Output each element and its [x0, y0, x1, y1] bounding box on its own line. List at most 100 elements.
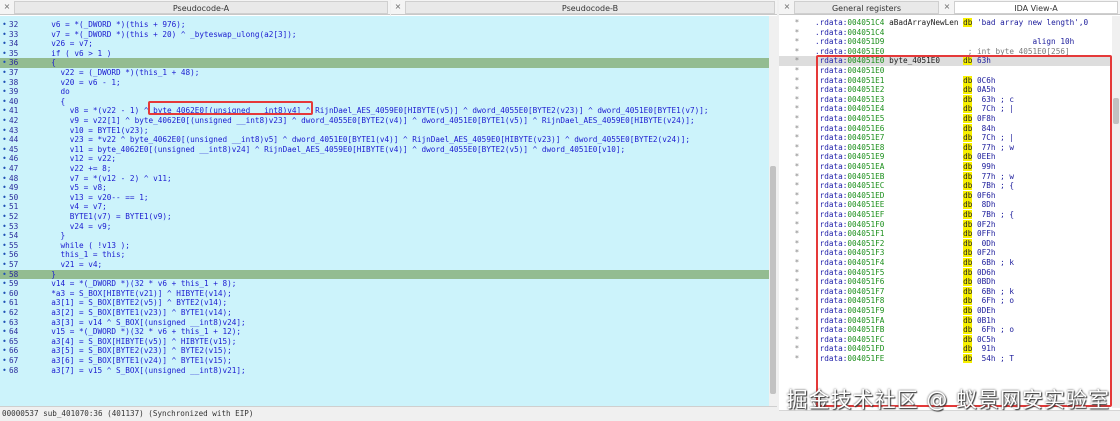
tab-close-icon[interactable]: × [393, 1, 403, 13]
code-line[interactable]: •43 v10 = BYTE1(v23); [0, 126, 777, 136]
ida-line-marker: * [779, 66, 815, 76]
code-line[interactable]: •32 v6 = *(_DWORD *)(this + 976); [0, 20, 777, 30]
breakpoint-dot-icon[interactable]: • [0, 97, 9, 107]
code-line[interactable]: •53 v24 = v9; [0, 222, 777, 232]
ida-line-marker: * [779, 239, 815, 249]
code-line[interactable]: •48 v7 = *(v12 - 2) ^ v11; [0, 174, 777, 184]
breakpoint-dot-icon[interactable]: • [0, 154, 9, 164]
line-number-text: 38 [9, 78, 18, 87]
code-line[interactable]: •38 v20 = v6 - 1; [0, 78, 777, 88]
code-line[interactable]: •39 do [0, 87, 777, 97]
breakpoint-dot-icon[interactable]: • [0, 174, 9, 184]
breakpoint-dot-icon[interactable]: • [0, 39, 9, 49]
code-line[interactable]: •37 v22 = (_DWORD *)(this_1 + 48); [0, 68, 777, 78]
breakpoint-dot-icon[interactable]: • [0, 222, 9, 232]
code-line[interactable]: •64 v15 = *(_DWORD *)(32 * v6 + this_1 +… [0, 327, 777, 337]
watermark: 掘金技术社区 @ 蚁景网安实验室 [787, 384, 1110, 414]
breakpoint-dot-icon[interactable]: • [0, 20, 9, 30]
ida-line[interactable]: *.rdata:004051C4 aBadArrayNewLen db 'bad… [779, 18, 1120, 28]
tab-pseudocode-b[interactable]: Pseudocode-B [405, 1, 775, 14]
breakpoint-dot-icon[interactable]: • [0, 231, 9, 241]
code-line[interactable]: •34 v26 = v7; [0, 39, 777, 49]
breakpoint-dot-icon[interactable]: • [0, 346, 9, 356]
breakpoint-dot-icon[interactable]: • [0, 78, 9, 88]
breakpoint-dot-icon[interactable]: • [0, 270, 9, 280]
breakpoint-dot-icon[interactable]: • [0, 135, 9, 145]
pseudocode-view[interactable]: •32 v6 = *(_DWORD *)(this + 976);•33 v7 … [0, 16, 777, 408]
code-line[interactable]: •41 v8 = *(v22 - 1) ^ byte_4062E0[(unsig… [0, 106, 777, 116]
breakpoint-dot-icon[interactable]: • [0, 279, 9, 289]
code-line[interactable]: •62 a3[2] = S_BOX[BYTE1(v23)] ^ BYTE1(v1… [0, 308, 777, 318]
breakpoint-dot-icon[interactable]: • [0, 212, 9, 222]
code-line[interactable]: •58 } [0, 270, 777, 280]
breakpoint-dot-icon[interactable]: • [0, 202, 9, 212]
breakpoint-dot-icon[interactable]: • [0, 68, 9, 78]
code-line[interactable]: •40 { [0, 97, 777, 107]
ida-line[interactable]: *.rdata:004051C4 [779, 28, 1120, 38]
breakpoint-dot-icon[interactable]: • [0, 193, 9, 203]
code-line[interactable]: •35 if ( v6 > 1 ) [0, 49, 777, 59]
code-line[interactable]: •44 v23 = *v22 ^ byte_4062E0[(unsigned _… [0, 135, 777, 145]
code-line[interactable]: •51 v4 = v7; [0, 202, 777, 212]
code-line[interactable]: •42 v9 = v22[1] ^ byte_4062E0[(unsigned … [0, 116, 777, 126]
breakpoint-dot-icon[interactable]: • [0, 327, 9, 337]
pseudocode-scrollbar[interactable] [769, 16, 777, 408]
code-line[interactable]: •47 v22 += 8; [0, 164, 777, 174]
code-line[interactable]: •45 v11 = byte_4062E0[(unsigned __int8)v… [0, 145, 777, 155]
ida-address: 004051C4 [847, 28, 884, 37]
code-line[interactable]: •50 v13 = v20-- == 1; [0, 193, 777, 203]
tab-ida-view-a[interactable]: IDA View-A [954, 1, 1118, 14]
breakpoint-dot-icon[interactable]: • [0, 87, 9, 97]
breakpoint-dot-icon[interactable]: • [0, 250, 9, 260]
code-line[interactable]: •65 a3[4] = S_BOX[HIBYTE(v5)] ^ HIBYTE(v… [0, 337, 777, 347]
breakpoint-dot-icon[interactable]: • [0, 337, 9, 347]
code-line[interactable]: •49 v5 = v8; [0, 183, 777, 193]
tab-pseudocode-a[interactable]: Pseudocode-A [14, 1, 388, 14]
code-text: v14 = *(_DWORD *)(32 * v6 + this_1 + 8); [42, 279, 236, 289]
breakpoint-dot-icon[interactable]: • [0, 126, 9, 136]
breakpoint-dot-icon[interactable]: • [0, 289, 9, 299]
code-line[interactable]: •67 a3[6] = S_BOX[BYTE1(v24)] ^ BYTE1(v1… [0, 356, 777, 366]
code-text: v22 = (_DWORD *)(this_1 + 48); [42, 68, 199, 78]
code-line[interactable]: •68 a3[7] = v15 ^ S_BOX[(unsigned __int8… [0, 366, 777, 376]
breakpoint-dot-icon[interactable]: • [0, 164, 9, 174]
breakpoint-dot-icon[interactable]: • [0, 58, 9, 68]
tab-close-icon[interactable]: × [2, 1, 12, 13]
ida-scrollbar[interactable] [1112, 16, 1120, 408]
code-line[interactable]: •55 while ( !v13 ); [0, 241, 777, 251]
tab-general-registers[interactable]: General registers [794, 1, 939, 14]
breakpoint-dot-icon[interactable]: • [0, 116, 9, 126]
code-line[interactable]: •52 BYTE1(v7) = BYTE1(v9); [0, 212, 777, 222]
code-line[interactable]: •63 a3[3] = v14 ^ S_BOX[(unsigned __int8… [0, 318, 777, 328]
code-line[interactable]: •54 } [0, 231, 777, 241]
breakpoint-dot-icon[interactable]: • [0, 183, 9, 193]
breakpoint-dot-icon[interactable]: • [0, 49, 9, 59]
ida-disassembly-view[interactable]: *.rdata:004051C4 aBadArrayNewLen db 'bad… [779, 16, 1120, 420]
ida-scroll-thumb[interactable] [1113, 98, 1119, 124]
code-line[interactable]: •57 v21 = v4; [0, 260, 777, 270]
code-line[interactable]: •66 a3[5] = S_BOX[BYTE2(v23)] ^ BYTE2(v1… [0, 346, 777, 356]
breakpoint-dot-icon[interactable]: • [0, 298, 9, 308]
tab-close-icon[interactable]: × [782, 1, 792, 13]
code-line[interactable]: •60 *a3 = S_BOX[HIBYTE(v21)] ^ HIBYTE(v1… [0, 289, 777, 299]
tab-close-icon[interactable]: × [942, 1, 952, 13]
breakpoint-dot-icon[interactable]: • [0, 260, 9, 270]
code-line[interactable]: •61 a3[1] = S_BOX[BYTE2(v5)] ^ BYTE2(v14… [0, 298, 777, 308]
breakpoint-dot-icon[interactable]: • [0, 106, 9, 116]
code-line[interactable]: •59 v14 = *(_DWORD *)(32 * v6 + this_1 +… [0, 279, 777, 289]
code-line[interactable]: •36 { [0, 58, 777, 68]
code-line[interactable]: •33 v7 = *(_DWORD *)(this + 20) ^ _bytes… [0, 30, 777, 40]
breakpoint-dot-icon[interactable]: • [0, 356, 9, 366]
breakpoint-dot-icon[interactable]: • [0, 241, 9, 251]
code-line[interactable]: •56 this_1 = this; [0, 250, 777, 260]
line-number-text: 42 [9, 116, 18, 125]
line-number: •65 [0, 337, 42, 347]
breakpoint-dot-icon[interactable]: • [0, 30, 9, 40]
breakpoint-dot-icon[interactable]: • [0, 366, 9, 376]
code-line[interactable]: •46 v12 = v22; [0, 154, 777, 164]
ida-line[interactable]: *.rdata:004051D9 align 10h [779, 37, 1120, 47]
breakpoint-dot-icon[interactable]: • [0, 308, 9, 318]
breakpoint-dot-icon[interactable]: • [0, 145, 9, 155]
pseudocode-scroll-thumb[interactable] [770, 166, 776, 394]
breakpoint-dot-icon[interactable]: • [0, 318, 9, 328]
